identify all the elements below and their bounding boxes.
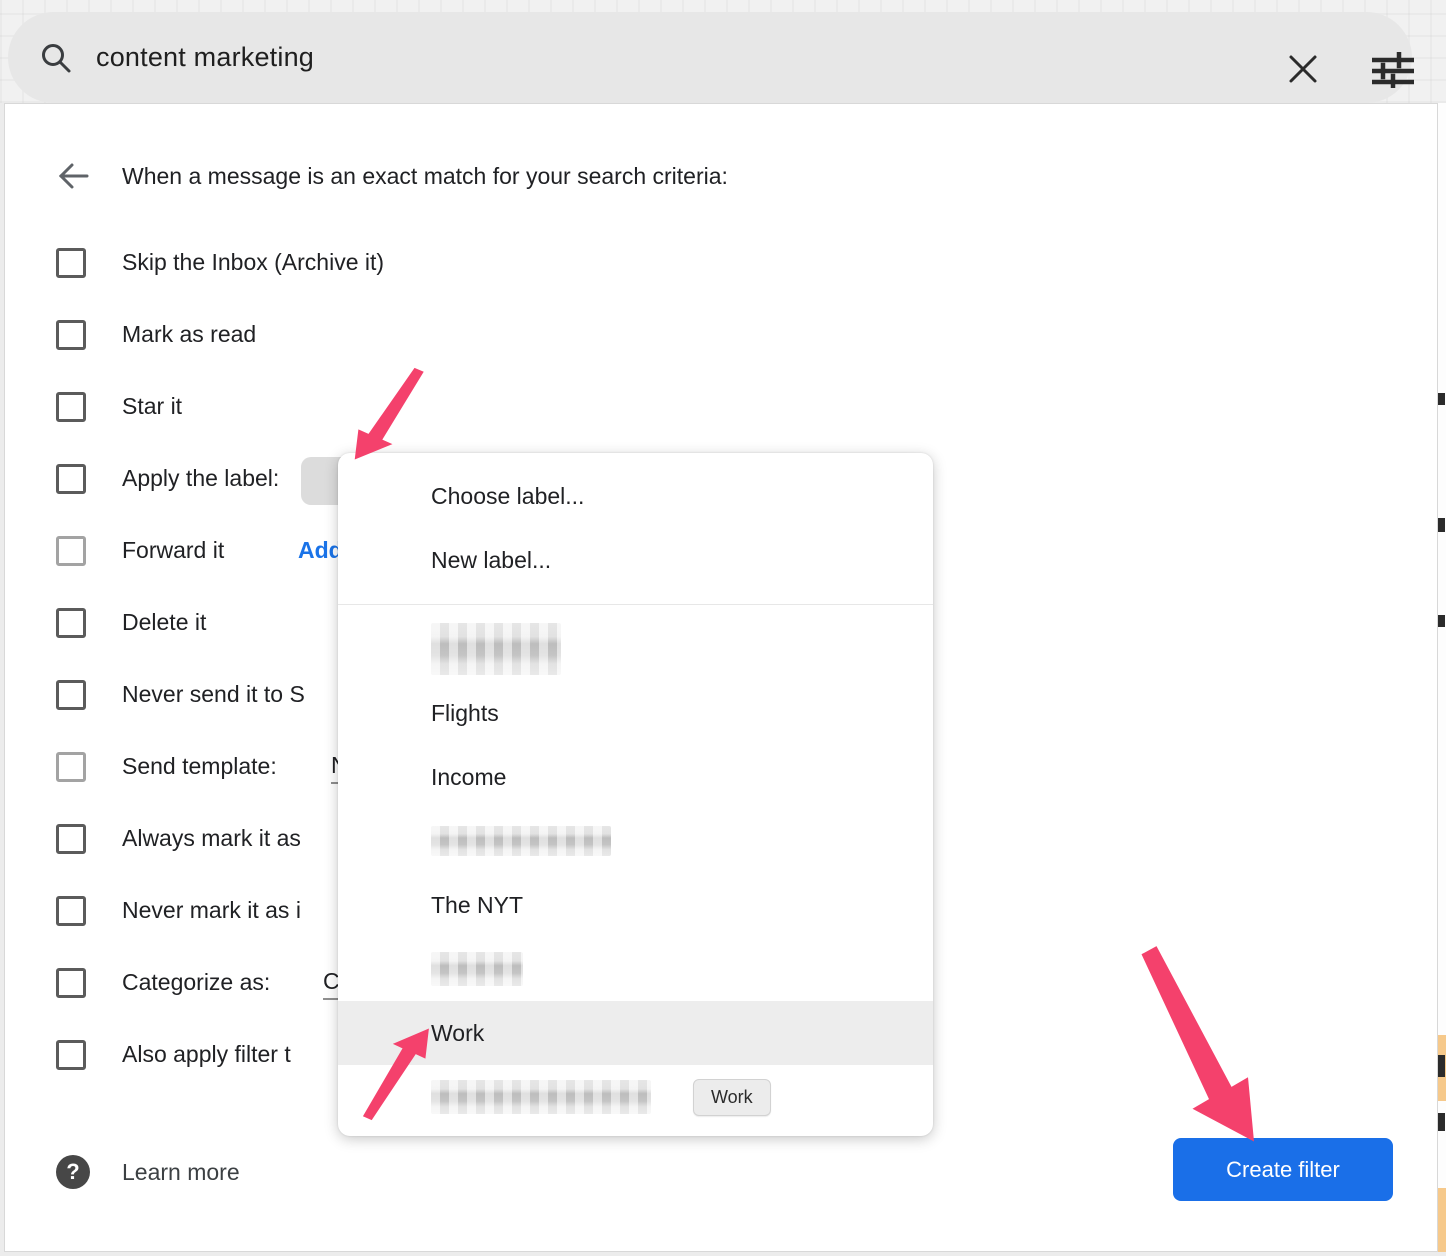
checkbox-never-important[interactable] [56, 896, 86, 926]
menu-item-redacted-label[interactable] [338, 809, 933, 873]
clear-icon[interactable] [1285, 51, 1321, 87]
criterion-label: Forward it [122, 533, 224, 567]
menu-item-new-label[interactable]: New label... [338, 528, 933, 592]
search-header-background: content marketing [0, 0, 1446, 103]
criterion-label: Never send it to S [122, 677, 305, 711]
checkbox-mark-read[interactable] [56, 320, 86, 350]
search-icon [38, 40, 74, 76]
help-icon[interactable]: ? [56, 1155, 90, 1189]
filter-options-icon[interactable] [1372, 52, 1414, 88]
redacted-label-block [431, 623, 561, 675]
back-arrow-icon[interactable] [57, 159, 91, 193]
menu-item-the-nyt[interactable]: The NYT [338, 873, 933, 937]
criterion-label: Always mark it as [122, 821, 301, 855]
checkbox-always-important[interactable] [56, 824, 86, 854]
menu-item-flights[interactable]: Flights [338, 681, 933, 745]
checkbox-categorize[interactable] [56, 968, 86, 998]
criterion-label: Never mark it as i [122, 893, 301, 927]
filter-panel: When a message is an exact match for you… [4, 103, 1438, 1252]
search-bar[interactable]: content marketing [8, 12, 1412, 103]
menu-item-redacted-label[interactable] [338, 937, 933, 1001]
criterion-label: Apply the label: [122, 461, 279, 495]
menu-item-redacted-label[interactable]: Work [338, 1065, 933, 1129]
checkbox-send-template[interactable] [56, 752, 86, 782]
create-filter-button[interactable]: Create filter [1173, 1138, 1393, 1201]
add-forwarding-address-link[interactable]: Add [298, 533, 343, 567]
work-tooltip: Work [693, 1079, 771, 1116]
criterion-label: Mark as read [122, 317, 256, 351]
menu-item-income[interactable]: Income [338, 745, 933, 809]
label-menu: Choose label... New label... Flights Inc… [338, 453, 933, 1136]
menu-divider [338, 604, 933, 605]
checkbox-forward-it[interactable] [56, 536, 86, 566]
panel-title: When a message is an exact match for you… [122, 159, 728, 193]
page-behind-sliver [1438, 103, 1446, 1252]
criterion-label: Skip the Inbox (Archive it) [122, 245, 384, 279]
criterion-label: Also apply filter t [122, 1037, 291, 1071]
gmail-filter-screen: { "colors": { "accent_blue": "#1a73e8", … [0, 0, 1446, 1256]
checkbox-never-spam[interactable] [56, 680, 86, 710]
search-input[interactable]: content marketing [96, 12, 314, 103]
menu-item-redacted-label[interactable] [338, 617, 933, 681]
criterion-label: Categorize as: [122, 965, 270, 999]
redacted-label-block [431, 1080, 651, 1114]
menu-item-choose-label[interactable]: Choose label... [338, 464, 933, 528]
criterion-label: Send template: [122, 749, 277, 783]
criterion-row-mark-read: Mark as read [5, 317, 935, 351]
checkbox-also-apply[interactable] [56, 1040, 86, 1070]
criterion-row-skip-inbox: Skip the Inbox (Archive it) [5, 245, 935, 279]
criterion-label: Delete it [122, 605, 206, 639]
redacted-label-block [431, 952, 523, 986]
learn-more-link[interactable]: Learn more [122, 1155, 240, 1189]
criterion-row-star-it: Star it [5, 389, 935, 423]
checkbox-star-it[interactable] [56, 392, 86, 422]
checkbox-apply-label[interactable] [56, 464, 86, 494]
redacted-label-block [431, 826, 611, 856]
checkbox-delete-it[interactable] [56, 608, 86, 638]
checkbox-skip-inbox[interactable] [56, 248, 86, 278]
criterion-label: Star it [122, 389, 182, 423]
menu-item-work[interactable]: Work [338, 1001, 933, 1065]
